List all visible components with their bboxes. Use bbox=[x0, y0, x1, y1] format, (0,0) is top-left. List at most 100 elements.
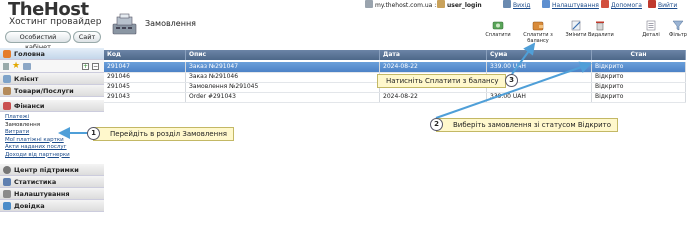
column-header-amount[interactable]: Сума bbox=[487, 50, 592, 60]
sidebar-item-label: Центр підтримки bbox=[14, 166, 79, 174]
topbar-domain: my.thehost.com.ua :: bbox=[365, 0, 438, 11]
topbar-logout[interactable]: Вихід bbox=[503, 0, 530, 11]
topbar-user[interactable]: user_login bbox=[437, 0, 482, 11]
cell-status: Відкрито bbox=[592, 82, 686, 92]
details-button[interactable]: Деталі bbox=[640, 20, 662, 38]
table-row[interactable]: 291047 Заказ №291047 2024-08-22 339.00 U… bbox=[104, 62, 686, 72]
grip-icon[interactable] bbox=[3, 63, 9, 70]
topbar-domain-text: my.thehost.com.ua :: bbox=[375, 2, 439, 9]
callout-1-text: Перейдіть в розділ Замовлення bbox=[110, 130, 227, 138]
sidebar-item-home[interactable]: Головна bbox=[0, 48, 104, 60]
row-divider bbox=[104, 92, 686, 93]
topbar-user-text: user_login bbox=[447, 2, 482, 9]
submenu-service-acts[interactable]: Акти наданих послуг bbox=[5, 144, 104, 152]
cell-status: Відкрито bbox=[592, 92, 686, 102]
cell-date: 2024-08-22 bbox=[380, 92, 487, 102]
sidebar-item-statistics[interactable]: Статистика bbox=[0, 176, 104, 188]
book-icon bbox=[3, 202, 11, 210]
details-icon bbox=[646, 20, 656, 31]
callout-3-badge: 3 bbox=[505, 74, 518, 87]
sidebar-item-help[interactable]: Довідка bbox=[0, 200, 104, 212]
chart-icon bbox=[3, 178, 11, 186]
filter-button[interactable]: Фільтр bbox=[667, 20, 689, 38]
callout-2-badge: 2 bbox=[430, 118, 443, 131]
column-header-code[interactable]: Код bbox=[104, 50, 186, 60]
pay-label: Сплатити bbox=[485, 32, 511, 38]
delete-button[interactable]: Видалити bbox=[588, 20, 614, 38]
edit-label: Змінити bbox=[565, 32, 587, 38]
table-header: Код Опис Дата Сума Стан bbox=[104, 50, 686, 60]
sidebar-item-label: Фінанси bbox=[14, 102, 45, 110]
sidebar-item-label: Головна bbox=[14, 50, 45, 58]
sidebar: Головна ★ + − Клієнт Товари/Послуги Фіна… bbox=[0, 48, 104, 242]
column-header-description[interactable]: Опис bbox=[186, 50, 380, 60]
details-label: Деталі bbox=[642, 32, 660, 38]
client-icon bbox=[3, 75, 11, 83]
expand-all-icon[interactable]: + bbox=[82, 63, 89, 70]
sidebar-item-label: Налаштування bbox=[14, 190, 70, 198]
cell-code: 291047 bbox=[104, 62, 186, 72]
cell-description: Order #291043 bbox=[186, 92, 380, 102]
toolbar: Сплатити Сплатити з балансу Змінити Вида… bbox=[0, 20, 700, 44]
submenu-partner-income[interactable]: Доходи від партнерки bbox=[5, 152, 104, 160]
callout-1-badge: 1 bbox=[87, 127, 100, 140]
sidebar-item-support[interactable]: Центр підтримки bbox=[0, 164, 104, 176]
edit-button[interactable]: Змінити bbox=[565, 20, 587, 38]
sidebar-item-products[interactable]: Товари/Послуги bbox=[0, 85, 104, 97]
topbar-exit[interactable]: Вийти bbox=[648, 0, 677, 11]
cell-status: Відкрито bbox=[592, 72, 686, 82]
table-row[interactable]: 291043 Order #291043 2024-08-22 339.00 U… bbox=[104, 92, 686, 102]
topbar-settings[interactable]: Налаштування bbox=[542, 0, 599, 11]
callout-3: Натисніть Сплатити з балансу bbox=[377, 74, 506, 88]
cell-amount: 339.00 UAH bbox=[487, 62, 592, 72]
collapse-all-icon[interactable]: − bbox=[92, 63, 99, 70]
sidebar-item-label: Товари/Послуги bbox=[14, 87, 74, 95]
topbar-help-link[interactable]: Допомога bbox=[611, 2, 642, 9]
cell-description: Замовлення №291045 bbox=[186, 82, 380, 92]
sidebar-item-finance[interactable]: Фінанси bbox=[0, 100, 104, 112]
sidebar-quick-icons: ★ + − bbox=[0, 60, 104, 73]
row-divider bbox=[104, 72, 686, 73]
cell-code: 291045 bbox=[104, 82, 186, 92]
folder-icon[interactable] bbox=[23, 63, 31, 70]
gear-icon bbox=[3, 190, 11, 198]
callout-2-text: Виберіть замовлення зі статусом Відкрито bbox=[453, 121, 611, 129]
topbar-logout-link[interactable]: Вихід bbox=[513, 2, 530, 9]
row-divider bbox=[104, 102, 686, 103]
home-icon bbox=[3, 50, 11, 58]
star-icon[interactable]: ★ bbox=[12, 62, 20, 71]
sidebar-item-label: Клієнт bbox=[14, 75, 39, 83]
box-icon bbox=[3, 87, 11, 95]
settings-icon bbox=[542, 0, 550, 8]
exit-icon bbox=[503, 0, 511, 8]
topbar-help[interactable]: Допомога bbox=[601, 0, 642, 11]
sidebar-item-client[interactable]: Клієнт bbox=[0, 73, 104, 85]
callout-2: Виберіть замовлення зі статусом Відкрито bbox=[436, 118, 618, 132]
cell-code: 291043 bbox=[104, 92, 186, 102]
topbar-exit-link[interactable]: Вийти bbox=[658, 2, 677, 9]
pay-from-balance-button[interactable]: Сплатити з балансу bbox=[513, 20, 563, 44]
column-header-date[interactable]: Дата bbox=[380, 50, 487, 60]
sidebar-item-settings[interactable]: Налаштування bbox=[0, 188, 104, 200]
delete-icon bbox=[596, 21, 604, 31]
column-header-status[interactable]: Стан bbox=[592, 50, 686, 60]
topbar-settings-link[interactable]: Налаштування bbox=[552, 2, 599, 9]
wallet-icon bbox=[532, 21, 544, 31]
filter-icon bbox=[672, 20, 684, 31]
edit-icon bbox=[571, 20, 581, 31]
callout-3-text: Натисніть Сплатити з балансу bbox=[386, 77, 499, 85]
sidebar-item-label: Довідка bbox=[14, 202, 45, 210]
pay-button[interactable]: Сплатити bbox=[483, 20, 513, 38]
submenu-payments[interactable]: Платежі bbox=[5, 114, 104, 122]
server-icon bbox=[365, 0, 373, 8]
pay-icon bbox=[492, 21, 504, 30]
help-icon bbox=[601, 0, 609, 8]
callout-1: Перейдіть в розділ Замовлення bbox=[93, 127, 234, 141]
filter-label: Фільтр bbox=[669, 32, 687, 38]
finance-icon bbox=[3, 102, 11, 110]
pay-from-balance-label: Сплатити з балансу bbox=[523, 32, 553, 44]
cell-amount: 339.00 UAH bbox=[487, 92, 592, 102]
app-header: TheHost Хостинг провайдер Особистий кабі… bbox=[0, 0, 700, 51]
sidebar-item-label: Статистика bbox=[14, 178, 57, 186]
cell-date: 2024-08-22 bbox=[380, 62, 487, 72]
